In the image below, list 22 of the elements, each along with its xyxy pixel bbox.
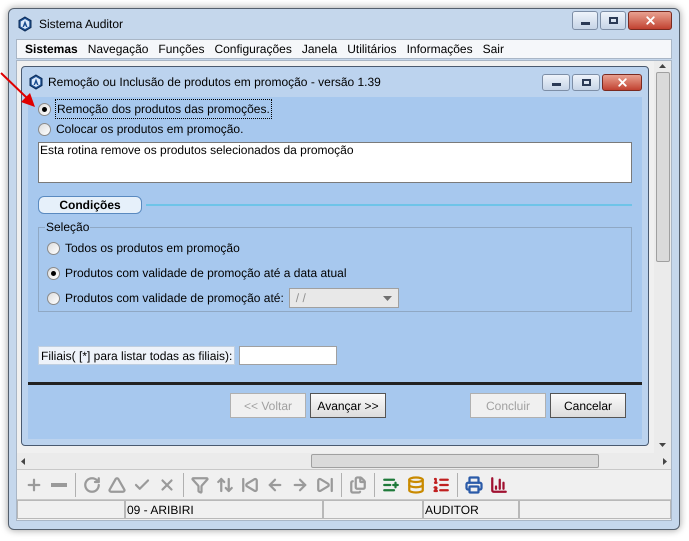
dialog-title: Remoção ou Inclusão de produtos em promoção - versão 1.39 [48,74,381,91]
menu-item[interactable]: Utilitários [342,40,402,58]
menu-item[interactable]: Configurações [209,40,297,58]
window-title: Sistema Auditor [39,16,124,33]
radio-label: Produtos com validade de promoção até: [64,290,285,307]
menu-item[interactable]: Sair [478,40,509,58]
radio-label: Colocar os produtos em promoção. [55,121,244,138]
radio-label: Produtos com validade de promoção até a data atual [64,265,348,282]
wizard-button[interactable]: Avançar >> [310,393,386,418]
status-panel: AUDITOR [423,500,519,519]
radio-label: Todos os produtos em promoção [64,240,241,257]
description-box: Esta rotina remove os produtos selecionados da promoção [38,142,632,183]
filiais-label: Filiais( [*] para listar todas as filiais): [38,346,236,365]
group-label: Seleção [45,219,90,236]
menu-item[interactable]: Janela [296,40,342,58]
status-panel: 09 - ARIBIRI [125,500,323,519]
wizard-button[interactable]: Cancelar [550,393,626,418]
menu-item[interactable]: Funções [153,40,210,58]
menu-item[interactable]: Navegação [82,40,154,58]
radio-label: Remoção dos produtos das promoções. [55,99,272,119]
menu-item[interactable]: Sistemas [20,40,83,58]
menu-item[interactable]: Informações [402,40,478,58]
